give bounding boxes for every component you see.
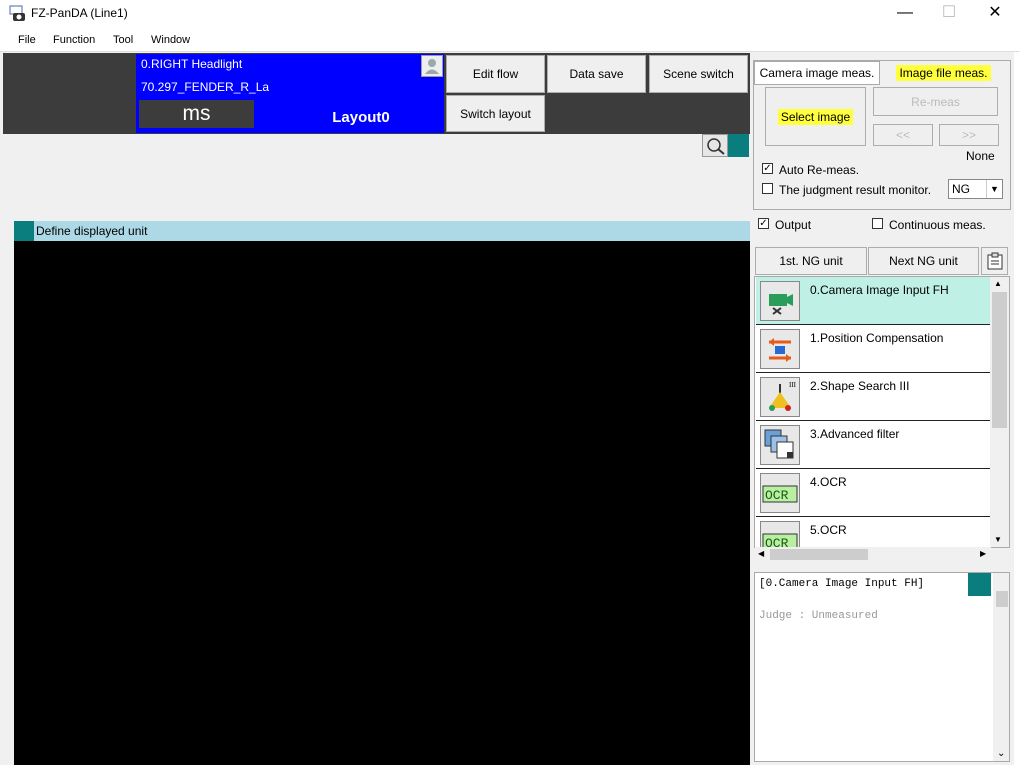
flow-item-label: 3.Advanced filter: [810, 427, 900, 441]
next-ng-unit-button[interactable]: Next NG unit: [868, 247, 979, 275]
scene-name: 0.RIGHT Headlight: [141, 57, 243, 71]
close-button[interactable]: ✕: [972, 0, 1018, 28]
panel-toggle[interactable]: [728, 134, 749, 157]
menu-function[interactable]: Function: [53, 34, 95, 46]
flow-list: 0.Camera Image Input FH 1.Position Compe…: [754, 276, 1010, 548]
svg-text:III: III: [789, 381, 797, 389]
judgment-value: NG: [952, 182, 970, 196]
clipboard-icon[interactable]: [981, 247, 1008, 275]
flow-item-label: 4.OCR: [810, 475, 847, 489]
detail-judge: Judge : Unmeasured: [759, 610, 878, 622]
flow-item-advanced-filter[interactable]: 3.Advanced filter: [756, 421, 991, 469]
menu-tool[interactable]: Tool: [113, 34, 133, 46]
next-image-button[interactable]: >>: [939, 124, 999, 146]
judgment-monitor-checkbox[interactable]: [762, 183, 773, 194]
auto-remeas-label: Auto Re-meas.: [779, 163, 860, 177]
continuous-meas-checkbox[interactable]: [872, 218, 883, 229]
flow-item-label: 1.Position Compensation: [810, 331, 944, 345]
image-display[interactable]: [14, 241, 750, 765]
output-checkbox[interactable]: ✓: [758, 218, 769, 229]
flow-hscroll-thumb[interactable]: [770, 549, 868, 560]
define-unit-label: Define displayed unit: [36, 224, 148, 238]
prev-image-button[interactable]: <<: [873, 124, 933, 146]
auto-remeas-checkbox[interactable]: ✓: [762, 163, 773, 174]
output-label: Output: [775, 218, 812, 232]
flow-item-label: 2.Shape Search III: [810, 379, 910, 393]
flow-item-shape-search[interactable]: III 2.Shape Search III: [756, 373, 991, 421]
layout-name: Layout0: [332, 109, 390, 126]
judgment-monitor-label: The judgment result monitor.: [779, 183, 932, 197]
scene-switch-button[interactable]: Scene switch: [649, 55, 748, 93]
select-image-label: Select image: [777, 108, 854, 125]
scroll-up-icon[interactable]: ▲: [994, 279, 1002, 288]
first-ng-unit-button[interactable]: 1st. NG unit: [755, 247, 867, 275]
zoom-icon[interactable]: [702, 134, 728, 157]
window-border: [1014, 52, 1019, 765]
detail-panel: [754, 572, 1010, 762]
title-bar: [0, 0, 1019, 28]
advanced-filter-icon: [760, 425, 800, 465]
menu-file[interactable]: File: [18, 34, 36, 46]
shape-search-icon: III: [760, 377, 800, 417]
chevron-down-icon[interactable]: ▼: [986, 180, 1002, 198]
minimize-button[interactable]: —: [882, 0, 928, 28]
edit-flow-button[interactable]: Edit flow: [446, 55, 545, 93]
continuous-meas-label: Continuous meas.: [889, 218, 986, 232]
ocr-icon: OCR: [760, 473, 800, 513]
tab-camera-image-meas[interactable]: Camera image meas.: [754, 61, 880, 85]
flow-item-camera-image-input[interactable]: 0.Camera Image Input FH: [756, 277, 991, 325]
processing-time: ms: [139, 100, 254, 128]
unit-marker: [14, 221, 34, 241]
tab-camera-label: Camera image meas.: [759, 66, 875, 80]
ocr-icon: OCR: [760, 521, 800, 547]
switch-layout-button[interactable]: Switch layout: [446, 95, 545, 132]
scroll-left-icon[interactable]: ◀: [758, 549, 764, 558]
maximize-button[interactable]: ☐: [926, 0, 972, 28]
toolbar-area: [3, 134, 750, 221]
flow-item-ocr-5[interactable]: OCR 5.OCR: [756, 517, 991, 547]
flow-item-position-compensation[interactable]: 1.Position Compensation: [756, 325, 991, 373]
detail-title: [0.Camera Image Input FH]: [759, 578, 925, 590]
menu-window[interactable]: Window: [151, 34, 190, 46]
remeas-button[interactable]: Re-meas: [873, 87, 998, 116]
flow-item-ocr-4[interactable]: OCR 4.OCR: [756, 469, 991, 517]
flow-item-label: 5.OCR: [810, 523, 847, 537]
detail-toggle[interactable]: [968, 573, 991, 596]
ocr-icon-text: OCR: [765, 488, 789, 503]
user-icon[interactable]: [421, 55, 443, 77]
position-compensation-icon: [760, 329, 800, 369]
camera-input-icon: [760, 281, 800, 321]
flow-item-label: 0.Camera Image Input FH: [810, 283, 949, 297]
detail-scroll-thumb[interactable]: [996, 591, 1008, 607]
scroll-down-icon[interactable]: ▼: [994, 535, 1002, 544]
tab-image-file-meas[interactable]: Image file meas.: [880, 61, 1007, 85]
scroll-right-icon[interactable]: ▶: [980, 549, 986, 558]
file-status: None: [966, 149, 995, 163]
data-save-button[interactable]: Data save: [547, 55, 646, 93]
tab-file-label: Image file meas.: [896, 65, 991, 81]
window-title: FZ-PanDA (Line1): [31, 6, 128, 20]
detail-scroll-down-icon[interactable]: ⌄: [997, 748, 1005, 759]
app-icon: [9, 5, 27, 23]
scene-group: 70.297_FENDER_R_La: [141, 80, 270, 94]
select-image-button[interactable]: Select image: [765, 87, 866, 146]
flow-scroll-thumb[interactable]: [992, 292, 1007, 428]
